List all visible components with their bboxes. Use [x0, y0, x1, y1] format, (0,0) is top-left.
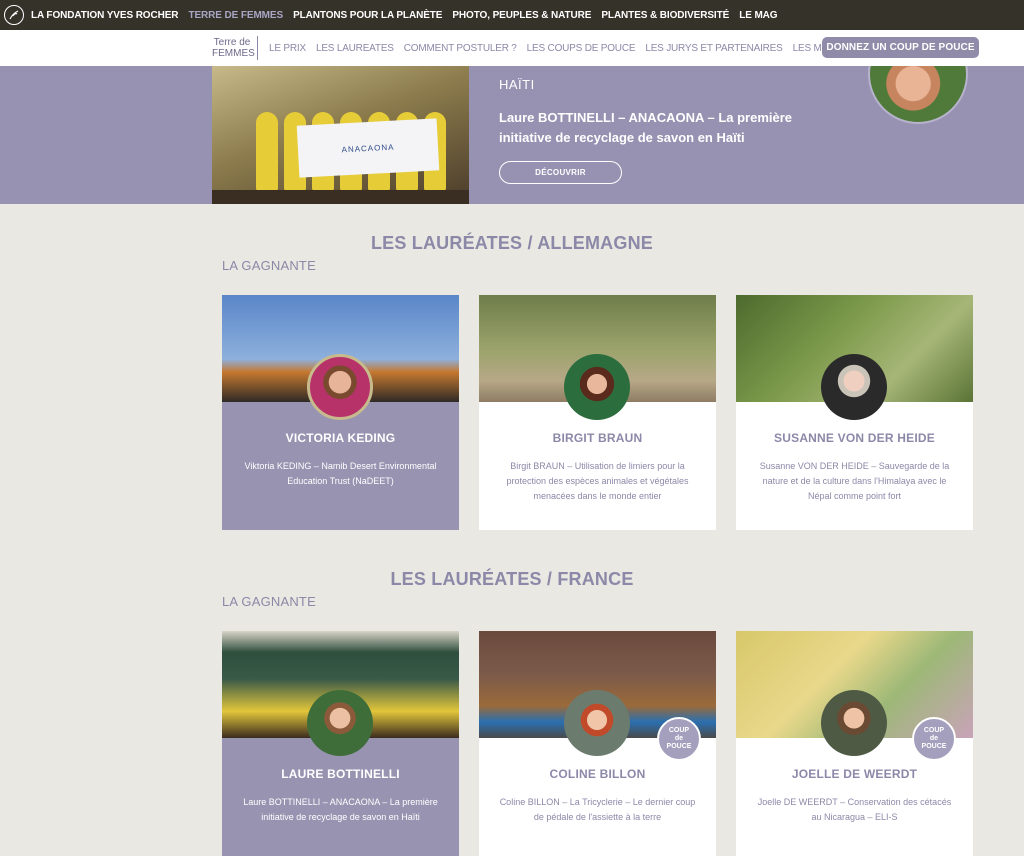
laureate-card-birgit-braun[interactable]: BIRGIT BRAUN Birgit BRAUN – Utilisation … — [479, 295, 716, 530]
hero-photo: ANACAONA — [212, 66, 469, 204]
secondary-navigation-bar: Terre de FEMMES LE PRIX LES LAUREATES CO… — [0, 30, 1024, 66]
subnav-item-coups-de-pouce[interactable]: LES COUPS DE POUCE — [527, 43, 636, 54]
badge-line-2: de — [929, 735, 939, 742]
section-subtitle-allemagne: LA GAGNANTE — [222, 258, 316, 273]
laureate-card-coline-billon[interactable]: COUP de POUCE COLINE BILLON Coline BILLO… — [479, 631, 716, 856]
topnav-item-plantons[interactable]: PLANTONS POUR LA PLANÈTE — [293, 10, 442, 21]
laureate-avatar — [307, 690, 373, 756]
donate-coup-de-pouce-button[interactable]: DONNEZ UN COUP DE POUCE — [822, 37, 979, 58]
hero-banner: ANACAONA HAÏTI Laure BOTTINELLI – ANACAO… — [0, 66, 1024, 204]
section-title-allemagne: LES LAURÉATES / ALLEMAGNE — [370, 233, 653, 253]
yves-rocher-logo-icon[interactable] — [4, 5, 24, 25]
laureate-name: LAURE BOTTINELLI — [281, 767, 400, 781]
badge-line-1: COUP — [923, 727, 945, 734]
badge-line-1: COUP — [668, 727, 690, 734]
badge-line-2: de — [674, 735, 684, 742]
subnav-item-jurys-partenaires[interactable]: LES JURYS ET PARTENAIRES — [645, 43, 782, 54]
badge-line-3: POUCE — [666, 743, 692, 750]
laureate-description: Viktoria KEDING – Namib Desert Environme… — [244, 461, 437, 486]
topnav-item-le-mag[interactable]: LE MAG — [739, 10, 777, 21]
laureate-card-susanne-von-der-heide[interactable]: SUSANNE VON DER HEIDE Susanne VON DER HE… — [736, 295, 973, 530]
laureate-name: VICTORIA KEDING — [285, 431, 396, 445]
laureate-description: Susanne VON DER HEIDE – Sauvegarde de la… — [759, 461, 950, 501]
laureate-card-laure-bottinelli[interactable]: LAURE BOTTINELLI Laure BOTTINELLI – ANAC… — [222, 631, 459, 856]
hero-title: Laure BOTTINELLI – ANACAONA – La premièr… — [499, 110, 793, 145]
topnav-item-fondation[interactable]: LA FONDATION YVES ROCHER — [31, 10, 179, 21]
hero-avatar — [868, 66, 968, 124]
discover-button[interactable]: DÉCOUVRIR — [499, 161, 622, 184]
brand-divider — [257, 36, 258, 60]
laureate-description: Laure BOTTINELLI – ANACAONA – La premièr… — [243, 797, 438, 822]
top-navigation-bar: LA FONDATION YVES ROCHER TERRE DE FEMMES… — [0, 0, 1024, 30]
subnav-item-comment-postuler[interactable]: COMMENT POSTULER ? — [404, 43, 517, 54]
laureate-avatar — [564, 354, 630, 420]
main-menu: LA FONDATION YVES ROCHER TERRE DE FEMMES… — [31, 10, 787, 21]
photo-figure — [256, 112, 278, 192]
subnav-item-le-prix[interactable]: LE PRIX — [269, 43, 306, 54]
terre-de-femmes-brand[interactable]: Terre de FEMMES — [212, 37, 255, 59]
coup-de-pouce-badge: COUP de POUCE — [912, 717, 956, 761]
section-subtitle-france: LA GAGNANTE — [222, 594, 316, 609]
anacaona-banner: ANACAONA — [296, 118, 440, 178]
laureate-avatar — [821, 354, 887, 420]
laureate-card-joelle-de-weerdt[interactable]: COUP de POUCE JOELLE DE WEERDT Joelle DE… — [736, 631, 973, 856]
laureate-avatar — [564, 690, 630, 756]
brand-line-1: Terre de — [213, 37, 251, 48]
laureate-name: BIRGIT BRAUN — [552, 431, 643, 445]
laureate-avatar — [307, 354, 373, 420]
laureate-description: Coline BILLON – La Tricyclerie – Le dern… — [499, 797, 696, 822]
laureate-name: COLINE BILLON — [549, 767, 646, 781]
badge-line-3: POUCE — [921, 743, 947, 750]
topnav-item-plantes-biodiversite[interactable]: PLANTES & BIODIVERSITÉ — [601, 10, 729, 21]
topnav-item-terre-de-femmes[interactable]: TERRE DE FEMMES — [188, 10, 283, 21]
laureate-description: Joelle DE WEERDT – Conservation des céta… — [757, 797, 952, 822]
section-title-france: LES LAURÉATES / FRANCE — [390, 569, 634, 589]
photo-ground — [212, 190, 469, 204]
laureate-name: JOELLE DE WEERDT — [791, 767, 918, 781]
laureate-avatar — [821, 690, 887, 756]
brand-line-2: FEMMES — [212, 48, 255, 59]
hero-country: HAÏTI — [499, 77, 535, 92]
subnav-item-laureates[interactable]: LES LAUREATES — [316, 43, 394, 54]
laureate-name: SUSANNE VON DER HEIDE — [774, 431, 935, 445]
topnav-item-photo-peuples[interactable]: PHOTO, PEUPLES & NATURE — [452, 10, 591, 21]
laureate-card-victoria-keding[interactable]: VICTORIA KEDING Viktoria KEDING – Namib … — [222, 295, 459, 530]
coup-de-pouce-badge: COUP de POUCE — [657, 717, 701, 761]
laureate-description: Birgit BRAUN – Utilisation de limiers po… — [506, 461, 689, 501]
